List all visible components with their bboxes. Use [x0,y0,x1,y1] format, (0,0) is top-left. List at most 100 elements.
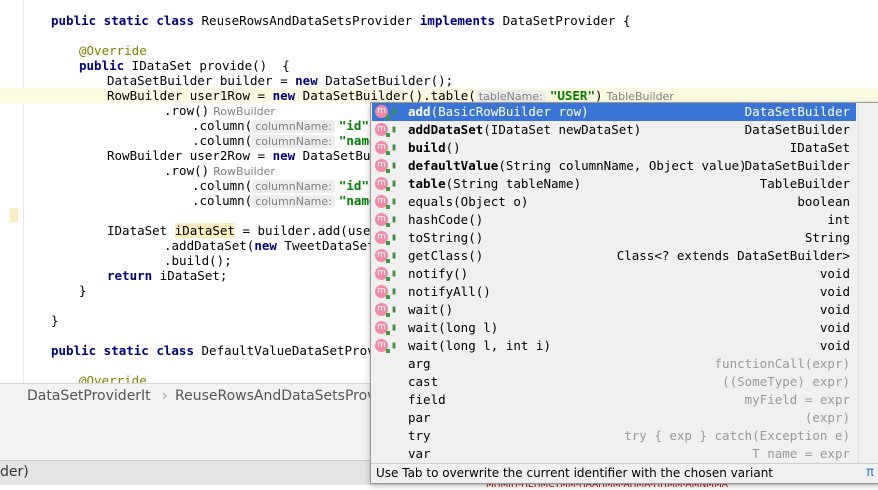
completion-item[interactable]: field myField = expr [372,391,856,409]
code-text: RowBuilder user1Row = [107,88,273,103]
method-icon: m [375,321,390,335]
code-line-column-name: .column(columnName: "name" [192,133,384,148]
code-line-close-class: } [51,313,59,328]
code-text: DataSetProvider { [495,13,631,28]
code-line-close-method: } [79,283,87,298]
completion-item[interactable]: m ▮ toString() String [372,229,856,247]
completion-item[interactable]: m ▮ wait() void [372,301,856,319]
completion-item[interactable]: m ▮ notify() void [372,265,856,283]
completion-item-name: wait(long l) [408,319,498,337]
status-text: der) [0,464,29,480]
completion-item-name: try [408,427,431,445]
completion-item[interactable]: m ▮ getClass() Class<? extends DataSetBuild… [372,247,856,265]
completion-item[interactable]: m ▮ defaultValue(String columnName, Object… [372,157,856,175]
code-text: .column( [192,193,253,208]
completion-item[interactable]: var T name = expr [372,445,856,463]
completion-item[interactable]: m ▮ notifyAll() void [372,283,856,301]
keyword: new [254,238,277,253]
parameter-hint: columnName: [252,135,335,148]
method-icon: m [375,339,390,353]
code-line-return: return iDataSet; [107,268,227,283]
method-icon: m [375,285,390,299]
code-text: ) [594,88,603,103]
code-text: .column( [192,178,253,193]
completion-item-signature: field [408,392,446,407]
parameter-hint: columnName: [252,180,335,193]
code-completion-popup[interactable]: m ▮ add(BasicRowBuilder row) DataSetBuilder… [370,102,878,484]
parameter-hint: columnName: [252,120,335,133]
completion-item-signature: cast [408,374,439,389]
completion-item-name: add(BasicRowBuilder row) [408,103,589,121]
completion-item-type: (expr) [804,410,850,425]
completion-scrollbar[interactable] [858,103,878,463]
completion-item[interactable]: m ▮ equals(Object o) boolean [372,193,856,211]
completion-item[interactable]: m ▮ table(String tableName) TableBuilder [372,175,856,193]
highlighted-identifier[interactable]: iDataSet [174,223,235,238]
completion-item[interactable]: cast ((SomeType) expr) [372,373,856,391]
code-line-column-id: .column(columnName: "id", [192,118,377,133]
completion-item-name: wait(long l, int i) [408,337,551,355]
completion-footer: Use Tab to overwrite the current identif… [371,463,878,483]
code-text: DataSetBuilder(); [317,73,454,88]
completion-item-type: IDataSet [789,140,850,155]
code-text: ReuseRowsAndDataSetsProvider [194,13,420,28]
code-text: .row() [164,103,210,118]
completion-item-signature: arg [408,356,431,371]
code-text: IDataSet provide() { [124,58,290,73]
keyword: implements [419,13,496,28]
completion-item[interactable]: m ▮ wait(long l) void [372,319,856,337]
code-line-column-id-2: .column(columnName: "id", [192,178,377,193]
public-access-icon: ▮ [391,142,398,153]
public-access-icon: ▮ [391,178,398,189]
completion-item[interactable]: m ▮ addDataSet(IDataSet newDataSet) DataSet… [372,121,856,139]
completion-item-signature: wait(long l) [408,320,499,335]
completion-item-name: cast [408,373,438,391]
completion-item-type: void [819,284,850,299]
completion-item-type: DataSetBuilder [744,158,850,173]
completion-item-name: par [408,409,431,427]
completion-item-type: ((SomeType) expr) [722,374,850,389]
completion-item-signature: (BasicRowBuilder row) [430,104,589,119]
method-icon: m [375,159,390,173]
completion-item[interactable]: try try { exp } catch(Exception e) [372,427,856,445]
keyword: public static class [51,13,194,28]
breadcrumb-item-class[interactable]: ReuseRowsAndDataSetsProv [175,388,375,404]
completion-item-signature: (IDataSet newDataSet) [483,122,642,137]
completion-item-name: arg [408,355,431,373]
completion-item[interactable]: m ▮ hashCode() int [372,211,856,229]
code-line-column-name-2: .column(columnName: "name" [192,193,384,208]
public-access-icon: ▮ [391,124,398,135]
gutter-divider [23,0,24,383]
code-text: RowBuilder user2Row = [107,148,273,163]
code-text: DataSetBuilder builder = [107,73,296,88]
keyword: public [79,58,125,73]
completion-item-name: table(String tableName) [408,175,581,193]
completion-item-method: table [408,176,446,191]
parameter-hint: columnName: [252,195,335,208]
code-text: .addDataSet( [164,238,255,253]
completion-item-signature: (String tableName) [445,176,582,191]
completion-item-signature: wait(long l, int i) [408,338,551,353]
code-text: .column( [192,133,253,148]
code-line-row-2: .row() RowBuilder [164,163,275,178]
public-access-icon: ▮ [391,214,398,225]
completion-item[interactable]: m ▮ wait(long l, int i) void [372,337,856,355]
completion-item[interactable]: par (expr) [372,409,856,427]
code-line-build: .build(); [164,253,232,268]
code-line-adddataset: .addDataSet(new TweetDataSetPr [164,238,390,253]
completion-item-signature: () [445,140,461,155]
completion-item[interactable]: arg functionCall(expr) [372,355,856,373]
completion-item-type: int [827,212,850,227]
code-text: IDataSet [107,223,175,238]
completion-item[interactable]: m ▮ add(BasicRowBuilder row) DataSetBuilder [372,103,856,121]
code-text: .row() [164,163,210,178]
public-access-icon: ▮ [391,160,398,171]
completion-item[interactable]: m ▮ build() IDataSet [372,139,856,157]
code-text: iDataSet; [152,268,228,283]
breadcrumb-item-file[interactable]: DataSetProviderIt [27,388,151,404]
string-literal: "USER" [549,88,595,103]
completion-item-signature: hashCode() [408,212,484,227]
pi-icon[interactable]: π [863,465,877,481]
completion-item-type: TableBuilder [759,176,850,191]
completion-item-type: void [819,338,850,353]
